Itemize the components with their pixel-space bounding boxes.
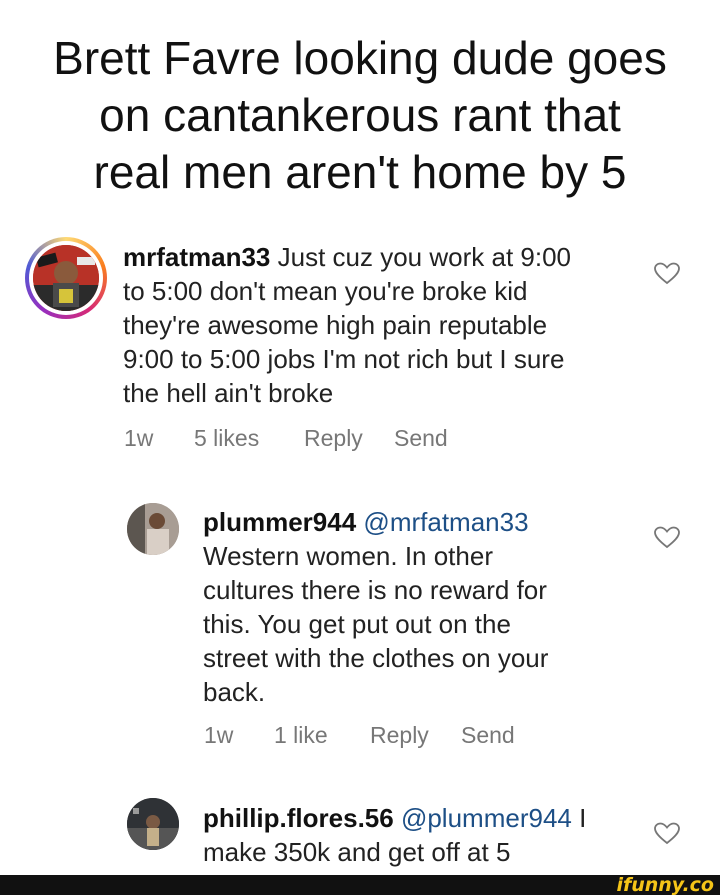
send-button[interactable]: Send bbox=[394, 425, 448, 452]
comment-line: I bbox=[571, 803, 587, 833]
comment-line: 9:00 to 5:00 jobs I'm not rich but I sur… bbox=[123, 344, 565, 374]
reply-button[interactable]: Reply bbox=[370, 722, 461, 749]
watermark-bar: ifunny.co bbox=[0, 875, 720, 895]
avatar[interactable] bbox=[127, 503, 179, 555]
comment-line: the hell ain't broke bbox=[123, 378, 334, 408]
username[interactable]: phillip.flores.56 bbox=[203, 803, 394, 833]
username[interactable]: plummer944 bbox=[203, 507, 356, 537]
comment-text: plummer944 @mrfatman33 Western women. In… bbox=[203, 505, 643, 709]
timestamp: 1w bbox=[204, 722, 234, 748]
heart-icon[interactable] bbox=[654, 262, 680, 286]
comment-meta: 1w 1 like Reply Send bbox=[204, 722, 515, 749]
avatar[interactable] bbox=[127, 798, 179, 850]
timestamp: 1w bbox=[124, 425, 154, 451]
title-line: real men aren't home by 5 bbox=[93, 146, 627, 198]
likes-count[interactable]: 5 likes bbox=[194, 425, 304, 452]
send-button[interactable]: Send bbox=[461, 722, 515, 749]
comment-line: to 5:00 don't mean you're broke kid bbox=[123, 276, 528, 306]
comment-line: they're awesome high pain reputable bbox=[123, 310, 548, 340]
comment-text: phillip.flores.56 @plummer944 I make 350… bbox=[203, 801, 643, 869]
comment-line: Just cuz you work at 9:00 bbox=[270, 242, 571, 272]
post-title: Brett Favre looking dude goes on cantank… bbox=[0, 30, 720, 201]
comment-text: mrfatman33 Just cuz you work at 9:00 to … bbox=[123, 240, 643, 410]
likes-count[interactable]: 1 like bbox=[274, 722, 370, 749]
comment-line: street with the clothes on your bbox=[203, 643, 549, 673]
comment-line: this. You get put out on the bbox=[203, 609, 511, 639]
comment-line: make 350k and get off at 5 bbox=[203, 837, 511, 867]
avatar[interactable] bbox=[33, 245, 99, 311]
heart-icon[interactable] bbox=[654, 822, 680, 846]
title-line: on cantankerous rant that bbox=[99, 89, 621, 141]
story-ring[interactable] bbox=[25, 237, 107, 319]
comment-line: Western women. In other bbox=[203, 541, 493, 571]
comment-line: back. bbox=[203, 677, 266, 707]
mention-link[interactable]: @mrfatman33 bbox=[363, 507, 528, 537]
ifunny-logo: ifunny.co bbox=[616, 874, 714, 896]
comment-meta: 1w 5 likes Reply Send bbox=[124, 425, 448, 452]
title-line: Brett Favre looking dude goes bbox=[53, 32, 667, 84]
mention-link[interactable]: @plummer944 bbox=[401, 803, 572, 833]
heart-icon[interactable] bbox=[654, 526, 680, 550]
username[interactable]: mrfatman33 bbox=[123, 242, 270, 272]
comment-line: cultures there is no reward for bbox=[203, 575, 547, 605]
reply-button[interactable]: Reply bbox=[304, 425, 394, 452]
